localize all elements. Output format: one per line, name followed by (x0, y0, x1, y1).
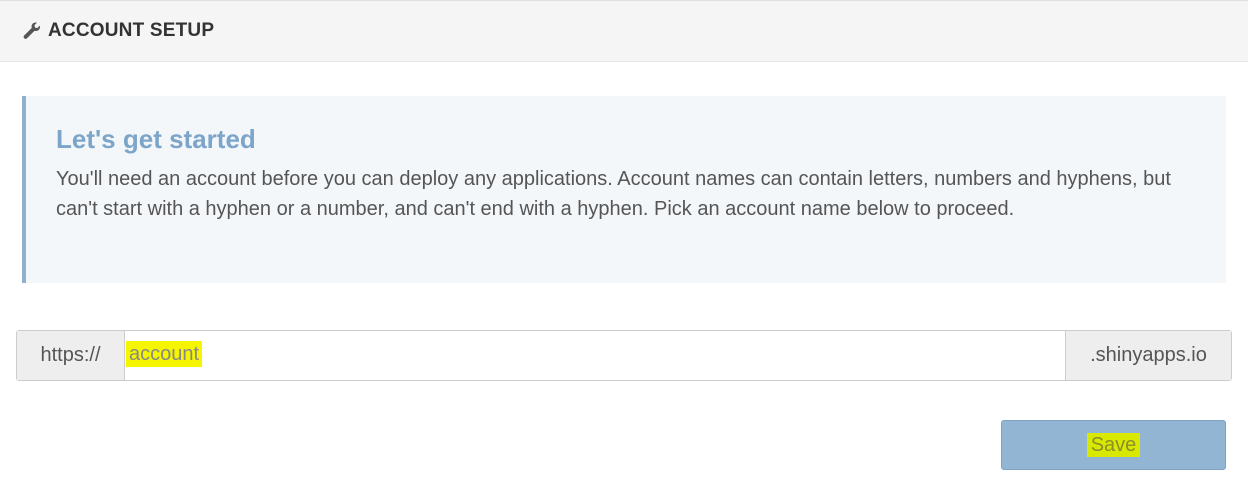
save-button-label: Save (1086, 433, 1141, 457)
page-title: ACCOUNT SETUP (48, 20, 215, 41)
url-prefix-addon: https:// (17, 331, 125, 380)
callout-body: You'll need an account before you can de… (56, 168, 1171, 220)
save-button[interactable]: Save (1001, 420, 1226, 470)
panel-header: ACCOUNT SETUP (0, 0, 1248, 62)
account-name-input[interactable] (143, 343, 1065, 368)
callout-heading: Let's get started (56, 124, 256, 154)
wrench-icon (22, 21, 42, 41)
account-name-field-wrap (125, 331, 1065, 380)
info-callout: Let's get started You'll need an account… (22, 96, 1226, 283)
account-url-group: https:// .shinyapps.io (16, 330, 1232, 381)
url-suffix-addon: .shinyapps.io (1065, 331, 1231, 380)
